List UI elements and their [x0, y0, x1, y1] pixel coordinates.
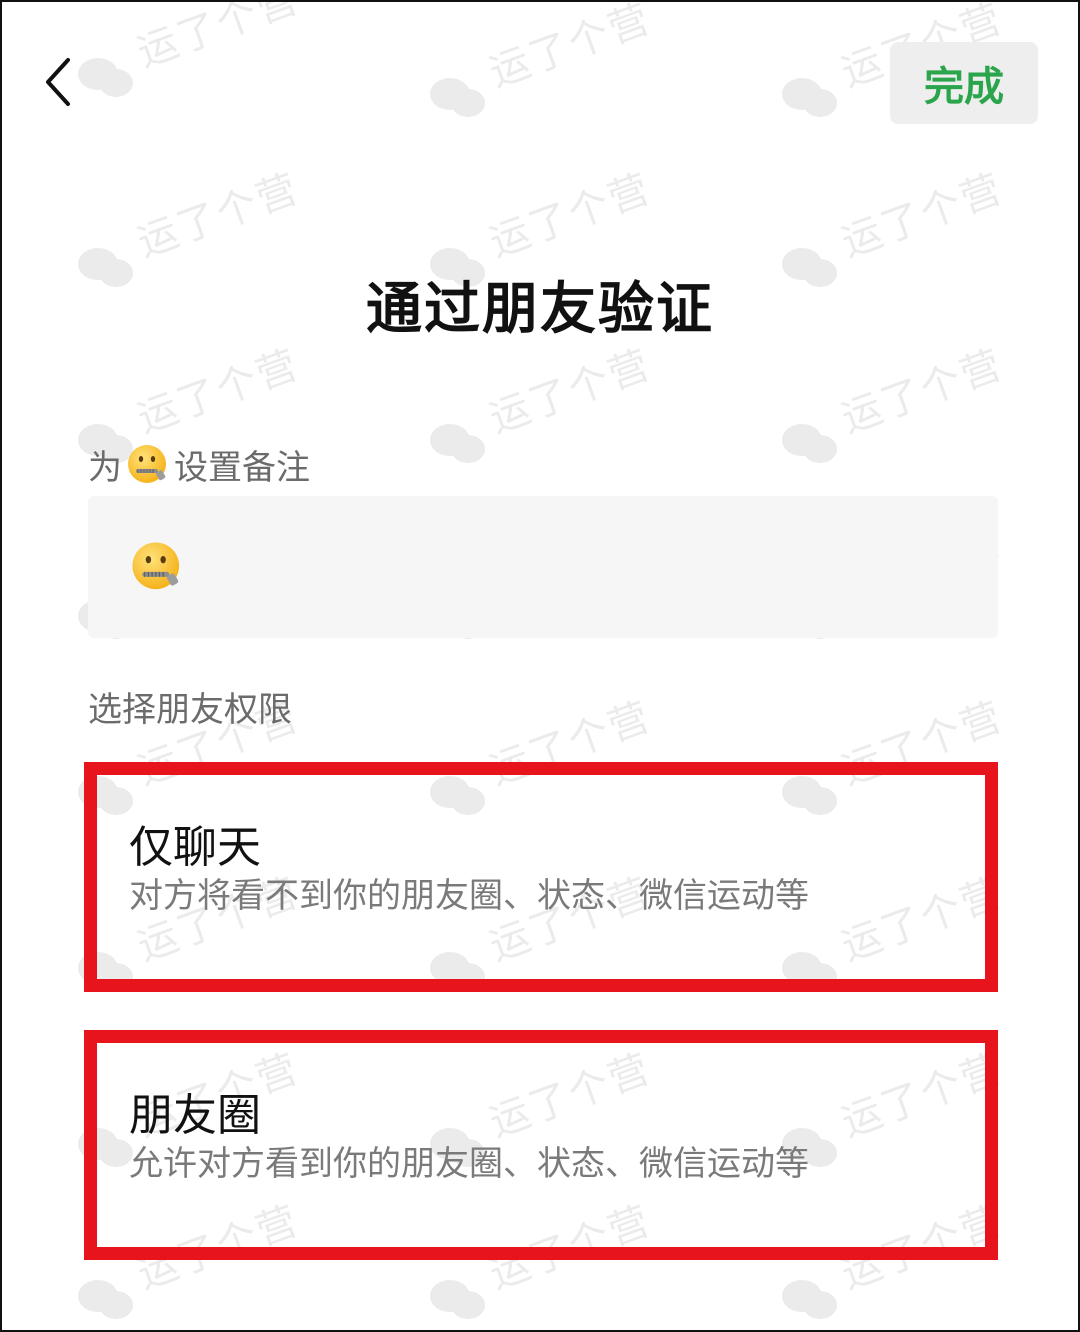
zipper-mouth-face-icon — [128, 444, 166, 483]
remark-label-prefix: 为 — [88, 448, 122, 488]
zipper-mouth-face-icon — [132, 542, 180, 590]
done-button[interactable]: 完成 — [890, 42, 1038, 124]
option-title: 朋友圈 — [129, 1090, 261, 1141]
permission-option-moments[interactable]: 朋友圈 允许对方看到你的朋友圈、状态、微信运动等 — [84, 1030, 998, 1260]
option-title: 仅聊天 — [129, 822, 261, 873]
chevron-left-icon — [46, 58, 70, 106]
app-screen: 运了个营 运了个营 运了个营 运了个营 运了个营 运了个营 运了个营 运了个营 … — [0, 0, 1080, 1332]
permissions-section-label: 选择朋友权限 — [88, 690, 292, 730]
remark-label: 为 设置备注 — [88, 440, 310, 489]
page-content: 完成 通过朋友验证 为 设置备注 选择朋友权限 仅聊天 对方将看不到你的朋友圈、… — [2, 2, 1078, 1330]
option-description: 对方将看不到你的朋友圈、状态、微信运动等 — [129, 876, 809, 916]
back-button[interactable] — [38, 54, 82, 110]
remark-input[interactable] — [88, 496, 998, 638]
remark-label-suffix: 设置备注 — [174, 448, 310, 488]
page-title: 通过朋友验证 — [366, 277, 714, 342]
permission-option-chat-only[interactable]: 仅聊天 对方将看不到你的朋友圈、状态、微信运动等 — [84, 762, 998, 992]
option-description: 允许对方看到你的朋友圈、状态、微信运动等 — [129, 1144, 809, 1184]
